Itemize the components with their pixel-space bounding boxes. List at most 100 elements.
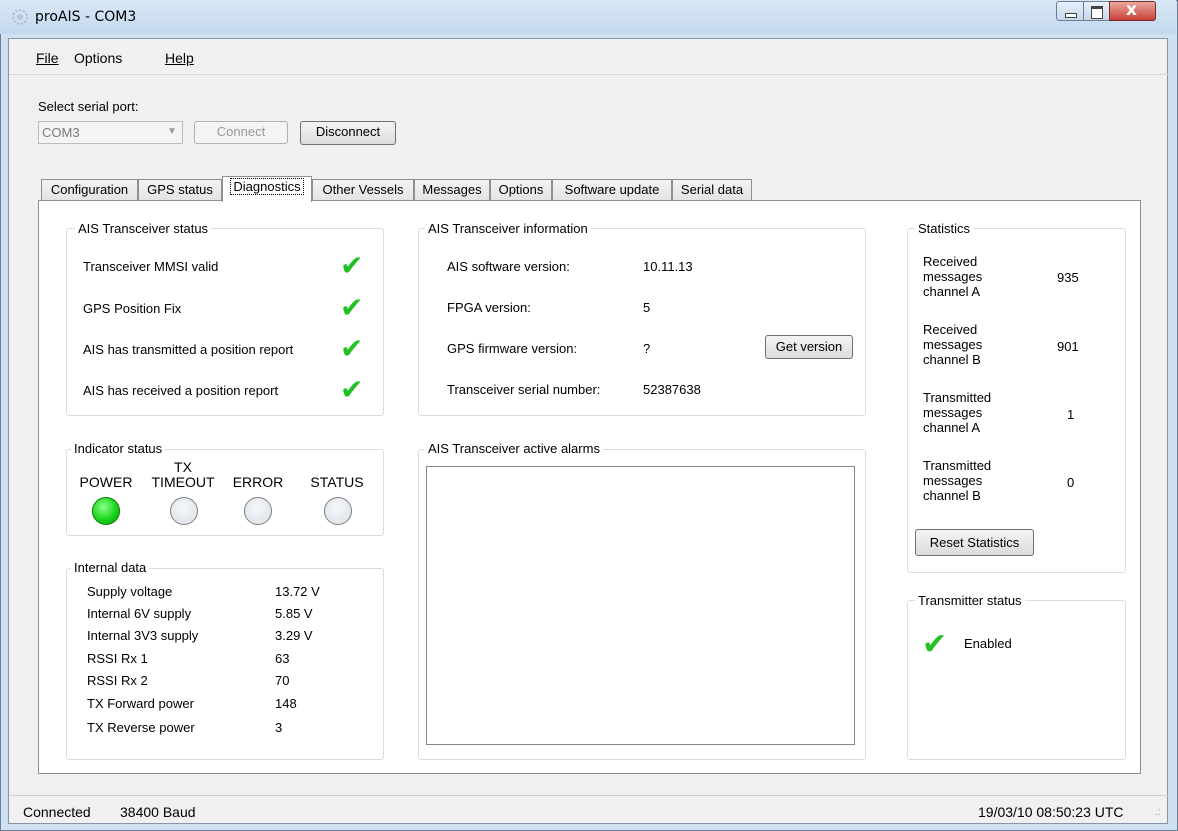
minimize-icon — [1065, 13, 1077, 18]
serial-port-value: COM3 — [42, 125, 80, 140]
size-grip-icon[interactable]: .: — [1155, 808, 1167, 820]
transmitter-status-group — [907, 600, 1126, 760]
menu-file-label: File — [36, 50, 59, 66]
alarms-list[interactable] — [426, 466, 855, 745]
tab-gps-status[interactable]: GPS status — [138, 179, 222, 201]
status-received-label: AIS has received a position report — [83, 383, 279, 398]
minimize-button[interactable] — [1056, 1, 1084, 21]
tab-options[interactable]: Options — [490, 179, 552, 201]
internal-row-value: 13.72 V — [275, 584, 320, 599]
tx-timeout-led — [170, 497, 198, 525]
active-alarms-title: AIS Transceiver active alarms — [425, 441, 603, 456]
maximize-button[interactable] — [1083, 1, 1110, 21]
info-row-label: AIS software version: — [447, 259, 570, 274]
close-icon: x — [1126, 0, 1137, 20]
stat-label-line: channel A — [923, 284, 981, 299]
statistics-title: Statistics — [915, 221, 974, 236]
stat-label-line: messages — [923, 337, 983, 352]
internal-row-label: Internal 3V3 supply — [87, 628, 199, 643]
internal-row-label: RSSI Rx 1 — [87, 651, 148, 666]
status-label: STATUS — [310, 474, 364, 490]
info-row-value: 10.11.13 — [643, 259, 693, 274]
info-row-label: FPGA version: — [447, 300, 531, 315]
internal-row-value: 148 — [275, 696, 297, 711]
checkmark-icon: ✔ — [340, 249, 364, 282]
stat-value: 1 — [1067, 407, 1075, 422]
tab-serial-data[interactable]: Serial data — [672, 179, 752, 201]
stat-value: 0 — [1067, 475, 1075, 490]
statusbar-divider — [9, 795, 1168, 796]
internal-row-value: 3 — [275, 720, 283, 735]
error-led — [244, 497, 272, 525]
stat-label-line: channel B — [923, 352, 981, 367]
menu-options[interactable]: Options — [74, 50, 122, 66]
title-bar[interactable]: proAIS - COM3 x — [0, 0, 1176, 34]
stat-label-line: channel B — [923, 488, 981, 503]
indicator-status-title: Indicator status — [71, 441, 166, 456]
transmitter-state: Enabled — [964, 636, 1012, 651]
internal-row-value: 3.29 V — [275, 628, 313, 643]
internal-row-label: Supply voltage — [87, 584, 173, 599]
internal-row-label: RSSI Rx 2 — [87, 673, 148, 688]
reset-statistics-button[interactable]: Reset Statistics — [915, 529, 1034, 556]
stat-label-line: messages — [923, 473, 983, 488]
stat-label-line: Transmitted — [923, 458, 992, 473]
transmitter-status-title: Transmitter status — [915, 593, 1025, 608]
info-row-label: Transceiver serial number: — [447, 382, 601, 397]
internal-row-label: TX Forward power — [87, 696, 194, 711]
stat-value: 901 — [1057, 339, 1079, 354]
maximize-icon — [1091, 6, 1103, 19]
menu-help[interactable]: Help — [165, 50, 194, 66]
status-connected: Connected — [23, 804, 91, 820]
internal-row-value: 5.85 V — [275, 606, 313, 621]
disconnect-button[interactable]: Disconnect — [300, 121, 396, 145]
tab-software-update[interactable]: Software update — [552, 179, 672, 201]
connect-button[interactable]: Connect — [194, 121, 288, 144]
stat-label-line: Received — [923, 254, 978, 269]
serial-port-label: Select serial port: — [38, 99, 139, 114]
status-baud: 38400 Baud — [120, 804, 196, 820]
error-label: ERROR — [232, 474, 284, 490]
transceiver-info-title: AIS Transceiver information — [425, 221, 591, 236]
stat-label-line: Transmitted — [923, 390, 992, 405]
stat-label-line: messages — [923, 405, 983, 420]
menu-divider — [9, 74, 1168, 75]
status-mmsi-label: Transceiver MMSI valid — [83, 259, 219, 274]
stat-label-line: messages — [923, 269, 983, 284]
checkmark-icon: ✔ — [340, 373, 364, 406]
tab-diagnostics[interactable]: Diagnostics — [222, 176, 312, 202]
internal-row-value: 70 — [275, 673, 290, 688]
checkmark-icon: ✔ — [340, 332, 364, 365]
stat-label-line: Received — [923, 322, 978, 337]
get-version-button[interactable]: Get version — [765, 335, 853, 359]
window-title: proAIS - COM3 — [35, 9, 137, 25]
dropdown-arrow-icon: ▼ — [167, 126, 177, 137]
close-button[interactable]: x — [1109, 0, 1156, 21]
tab-messages[interactable]: Messages — [414, 179, 490, 201]
status-transmitted-label: AIS has transmitted a position report — [83, 342, 294, 357]
tx-timeout-label-line1: TX — [174, 459, 192, 475]
menu-help-label: Help — [165, 50, 194, 66]
internal-row-label: TX Reverse power — [87, 720, 195, 735]
stat-value: 935 — [1057, 270, 1079, 285]
serial-port-select[interactable]: COM3 ▼ — [38, 121, 183, 144]
checkmark-icon: ✔ — [922, 627, 948, 662]
app-icon — [12, 9, 28, 25]
power-label: POWER — [79, 474, 133, 490]
tx-timeout-label-line2: TIMEOUT — [151, 474, 215, 490]
tab-configuration[interactable]: Configuration — [41, 179, 138, 201]
tab-other-vessels[interactable]: Other Vessels — [312, 179, 414, 201]
menu-file[interactable]: File — [36, 50, 59, 66]
transceiver-status-title: AIS Transceiver status — [75, 221, 212, 236]
info-row-value: 5 — [643, 300, 651, 315]
checkmark-icon: ✔ — [340, 291, 364, 324]
status-gps-fix-label: GPS Position Fix — [83, 301, 182, 316]
tab-diagnostics-label: Diagnostics — [230, 178, 304, 195]
info-row-value: 52387638 — [643, 382, 701, 397]
internal-row-value: 63 — [275, 651, 290, 666]
info-row-value: ? — [643, 341, 651, 356]
power-led — [92, 497, 120, 525]
stat-label-line: channel A — [923, 420, 981, 435]
internal-row-label: Internal 6V supply — [87, 606, 192, 621]
internal-data-title: Internal data — [71, 560, 150, 575]
